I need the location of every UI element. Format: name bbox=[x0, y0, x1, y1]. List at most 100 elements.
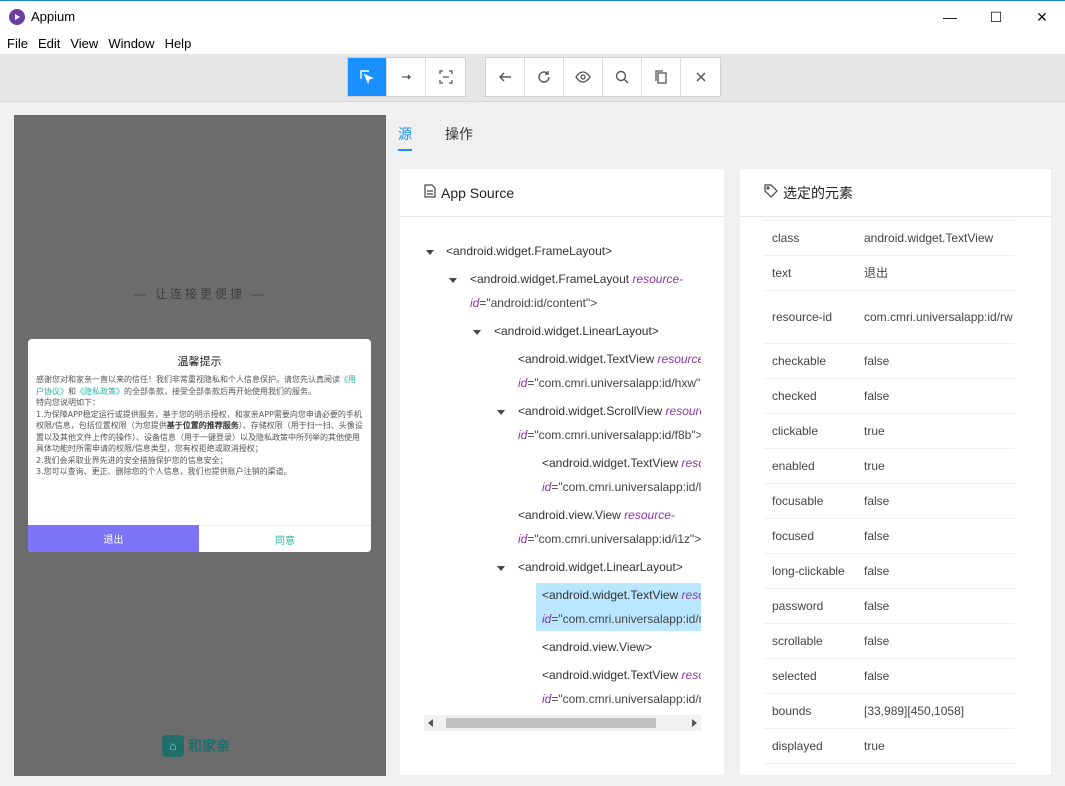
collapse-caret-icon[interactable] bbox=[473, 330, 481, 335]
select-elements-button[interactable] bbox=[348, 58, 387, 96]
selected-element-panel: 选定的元素 class android.widget.TextView text 退… bbox=[739, 168, 1052, 776]
prop-value: false bbox=[864, 563, 890, 578]
quit-session-button[interactable] bbox=[681, 58, 720, 96]
tree-node-cont[interactable]: id="com.cmri.universalapp:id/r bbox=[542, 607, 701, 631]
refresh-button[interactable] bbox=[525, 58, 564, 96]
horizontal-scrollbar[interactable] bbox=[424, 715, 701, 731]
table-row: long-clickable false bbox=[764, 554, 1015, 589]
prop-key: displayed bbox=[772, 739, 823, 753]
table-row: password false bbox=[764, 589, 1015, 624]
tree-node[interactable]: <android.widget.ScrollView resourc bbox=[518, 399, 701, 423]
prop-value: false bbox=[864, 388, 890, 403]
swipe-button[interactable] bbox=[387, 58, 426, 96]
tree-node[interactable]: <android.widget.LinearLayout> bbox=[518, 555, 683, 579]
search-button[interactable] bbox=[603, 58, 642, 96]
prop-value: 退出 bbox=[864, 265, 889, 280]
inspector-tabs: 源 操作 bbox=[398, 118, 506, 154]
tree-node-selected[interactable]: <android.widget.TextView reso bbox=[542, 583, 701, 607]
table-row: resource-id com.cmri.universalapp:id/rw bbox=[764, 291, 1015, 344]
tree-node-cont[interactable]: id="com.cmri.universalapp:id/r bbox=[542, 687, 701, 709]
tree-node[interactable]: <android.view.View resource- bbox=[518, 503, 675, 527]
prop-key: text bbox=[772, 266, 792, 280]
tree-node-cont[interactable]: id="android:id/content"> bbox=[470, 291, 597, 315]
tab-actions[interactable]: 操作 bbox=[445, 118, 473, 151]
menu-window[interactable]: Window bbox=[103, 36, 159, 51]
select-element-icon bbox=[360, 70, 374, 84]
scroll-right-icon[interactable] bbox=[692, 719, 697, 727]
tab-source[interactable]: 源 bbox=[398, 118, 412, 151]
node-attr: resource bbox=[657, 352, 701, 366]
privacy-policy-link[interactable]: 《隐私政策》 bbox=[76, 387, 124, 396]
scroll-left-icon[interactable] bbox=[428, 719, 433, 727]
tree-node[interactable]: <android.view.View> bbox=[542, 635, 652, 659]
node-tag: <android.widget.FrameLayout> bbox=[446, 244, 613, 258]
swipe-icon bbox=[402, 74, 411, 80]
menu-edit[interactable]: Edit bbox=[33, 36, 65, 51]
collapse-caret-icon[interactable] bbox=[497, 410, 505, 415]
prop-key: enabled bbox=[772, 459, 815, 473]
prop-value: true bbox=[864, 738, 885, 753]
tap-coordinates-button[interactable] bbox=[426, 58, 465, 96]
prop-key: checkable bbox=[772, 354, 827, 368]
device-screenshot[interactable]: — 让连接更便捷 — 温馨提示 感谢您对和家亲一直以来的信任！我们非常重视隐私和… bbox=[14, 115, 386, 776]
minimize-button[interactable]: — bbox=[927, 1, 973, 33]
menu-file[interactable]: File bbox=[2, 36, 33, 51]
dialog-text: 感谢您对和家亲一直以来的信任！我们非常重视隐私和个人信息保护。请您先认真阅读 bbox=[36, 375, 340, 384]
tree-node[interactable]: <android.widget.FrameLayout resource- bbox=[470, 267, 683, 291]
exit-button[interactable]: 退出 bbox=[28, 525, 199, 552]
prop-value: false bbox=[864, 633, 890, 648]
menu-help[interactable]: Help bbox=[160, 36, 197, 51]
scrollbar-thumb[interactable] bbox=[446, 718, 656, 728]
prop-key: resource-id bbox=[772, 310, 833, 324]
table-row: checkable false bbox=[764, 344, 1015, 379]
source-tree[interactable]: <android.widget.FrameLayout> <android.wi… bbox=[424, 239, 701, 709]
dialog-text: 2.我们会采取业界先进的安全措施保护您的信息安全； bbox=[36, 455, 228, 465]
maximize-button[interactable]: ☐ bbox=[973, 1, 1019, 33]
collapse-caret-icon[interactable] bbox=[449, 278, 457, 283]
node-attr: resource- bbox=[632, 272, 684, 286]
dialog-body: 感谢您对和家亲一直以来的信任！我们非常重视隐私和个人信息保护。请您先认真阅读《用… bbox=[28, 369, 371, 478]
node-value: ="com.cmri.universalapp:id/r bbox=[551, 612, 701, 626]
agree-button[interactable]: 同意 bbox=[199, 525, 371, 552]
prop-key: focusable bbox=[772, 494, 824, 508]
node-tag: <android.view.View> bbox=[542, 640, 652, 654]
tree-node[interactable]: <android.widget.TextView resource bbox=[518, 347, 701, 371]
prop-key: selected bbox=[772, 669, 817, 683]
tree-node[interactable]: <android.widget.TextView reso bbox=[542, 451, 701, 475]
tree-node-cont[interactable]: id="com.cmri.universalapp:id/hxw" bbox=[518, 371, 700, 395]
prop-key: scrollable bbox=[772, 634, 823, 648]
table-row: class android.widget.TextView bbox=[764, 221, 1015, 256]
toolbar bbox=[0, 54, 1065, 102]
app-slogan: — 让连接更便捷 — bbox=[133, 287, 267, 301]
prop-value: false bbox=[864, 493, 890, 508]
prop-value: false bbox=[864, 668, 890, 683]
show-source-button[interactable] bbox=[564, 58, 603, 96]
menu-view[interactable]: View bbox=[65, 36, 103, 51]
appium-logo-icon bbox=[9, 8, 25, 25]
tree-node-cont[interactable]: id="com.cmri.universalapp:id/f8b"> bbox=[518, 423, 701, 447]
node-value: ="com.cmri.universalapp:id/i1z"> bbox=[527, 532, 701, 546]
prop-value: com.cmri.universalapp:id/rw bbox=[864, 309, 1013, 324]
tree-node[interactable]: <android.widget.LinearLayout> bbox=[494, 319, 659, 343]
collapse-caret-icon[interactable] bbox=[426, 250, 434, 255]
mode-toolbar-group bbox=[347, 57, 466, 97]
prop-key: class bbox=[772, 231, 800, 245]
close-window-button[interactable]: ✕ bbox=[1019, 1, 1065, 33]
eye-icon bbox=[575, 71, 591, 83]
app-source-header: App Source bbox=[400, 169, 724, 217]
copy-xml-button[interactable] bbox=[642, 58, 681, 96]
table-row: scrollable false bbox=[764, 624, 1015, 659]
tree-node-cont[interactable]: id="com.cmri.universalapp:id/l bbox=[542, 475, 701, 499]
back-button[interactable] bbox=[486, 58, 525, 96]
tree-node[interactable]: <android.widget.TextView reso bbox=[542, 663, 701, 687]
tree-node[interactable]: <android.widget.FrameLayout> bbox=[446, 239, 612, 263]
table-row: displayed true bbox=[764, 729, 1015, 764]
prop-key: checked bbox=[772, 389, 817, 403]
copy-icon bbox=[655, 70, 667, 84]
dialog-text: 3.您可以查询、更正、删除您的个人信息，我们也提供账户注销的渠道。 bbox=[36, 467, 292, 476]
node-attr: reso bbox=[681, 668, 701, 682]
collapse-caret-icon[interactable] bbox=[497, 566, 505, 571]
privacy-dialog: 温馨提示 感谢您对和家亲一直以来的信任！我们非常重视隐私和个人信息保护。请您先认… bbox=[28, 339, 371, 552]
tree-node-cont[interactable]: id="com.cmri.universalapp:id/i1z"> bbox=[518, 527, 701, 551]
tag-icon bbox=[764, 184, 778, 201]
